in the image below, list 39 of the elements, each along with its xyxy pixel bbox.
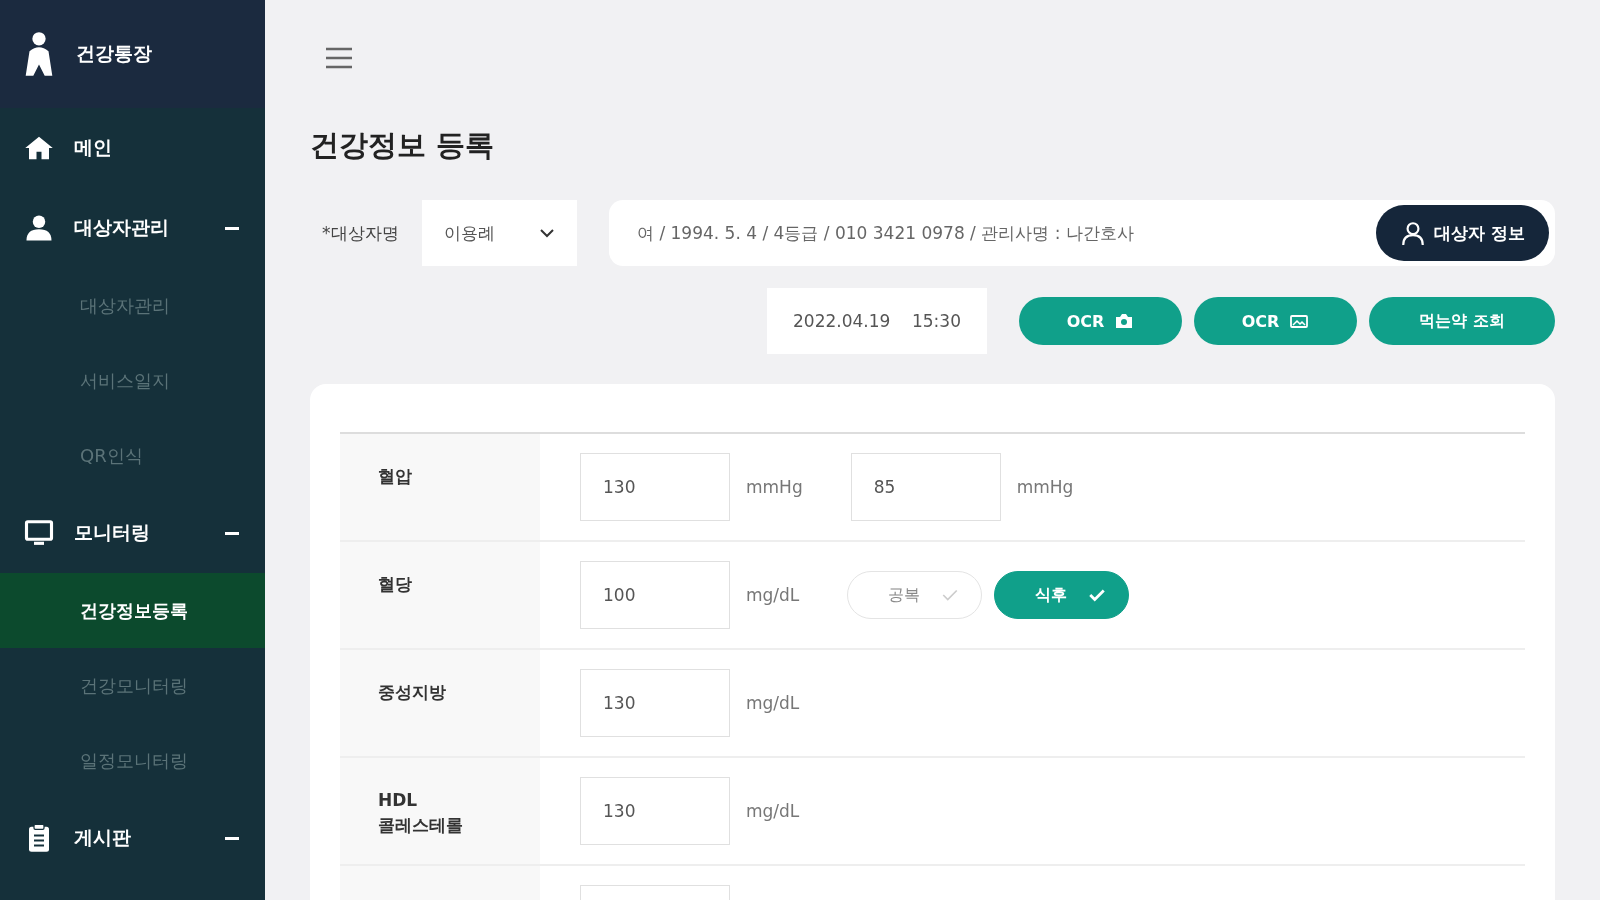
input-field[interactable]: 100 <box>580 561 730 629</box>
subject-info-text: 여 / 1994. 5. 4 / 4등급 / 010 3421 0978 / 관리사명 : 나간호사 <box>637 221 1134 245</box>
sidebar-item[interactable]: 대상자관리 <box>0 188 265 268</box>
input-field[interactable]: 130 <box>580 669 730 737</box>
check-icon <box>941 588 960 602</box>
unit-label: mg/dL <box>746 585 800 605</box>
page-title: 건강정보 등록 <box>310 127 496 164</box>
brand-name: 건강통장 <box>76 41 152 66</box>
collapse-icon[interactable] <box>225 226 239 230</box>
chevron-down-icon <box>539 228 555 238</box>
row-label: 혈압 <box>378 465 413 488</box>
sidebar-subitem[interactable]: 건강정보등록 <box>0 573 265 648</box>
person-icon <box>1400 220 1427 246</box>
unit-label: mmHg <box>746 477 803 497</box>
camera-icon <box>1114 313 1135 329</box>
subject-info-button[interactable]: 대상자 정보 <box>1376 205 1549 261</box>
subject-dropdown[interactable]: 이용례 <box>422 200 577 266</box>
datetime-field[interactable]: 2022.04.19 15:30 <box>767 288 987 354</box>
check-icon <box>1088 588 1107 602</box>
person-icon <box>24 213 54 243</box>
meal-toggle[interactable]: 공복 <box>847 571 983 619</box>
row-label: HDL 콜레스테롤 <box>378 789 464 837</box>
collapse-icon[interactable] <box>225 531 239 535</box>
input-field[interactable]: 85 <box>850 453 1001 521</box>
unit-label: mg/dL <box>746 801 800 821</box>
sidebar-item[interactable]: 메인 <box>0 108 265 188</box>
sidebar-item[interactable]: 게시판 <box>0 798 265 878</box>
row-label: 중성지방 <box>378 681 447 704</box>
menu-icon[interactable] <box>325 46 353 70</box>
input-field[interactable]: 130 <box>580 453 730 521</box>
unit-label: mg/dL <box>746 693 800 713</box>
unit-label: mmHg <box>1016 477 1074 497</box>
input-field[interactable]: 130 <box>580 777 730 845</box>
sidebar-item[interactable]: 모니터링 <box>0 493 265 573</box>
monitor-icon <box>24 518 54 548</box>
field-label: *대상자명 <box>321 221 400 245</box>
row-label: 혈당 <box>378 573 413 596</box>
image-icon <box>1289 313 1310 329</box>
collapse-icon[interactable] <box>225 836 239 840</box>
